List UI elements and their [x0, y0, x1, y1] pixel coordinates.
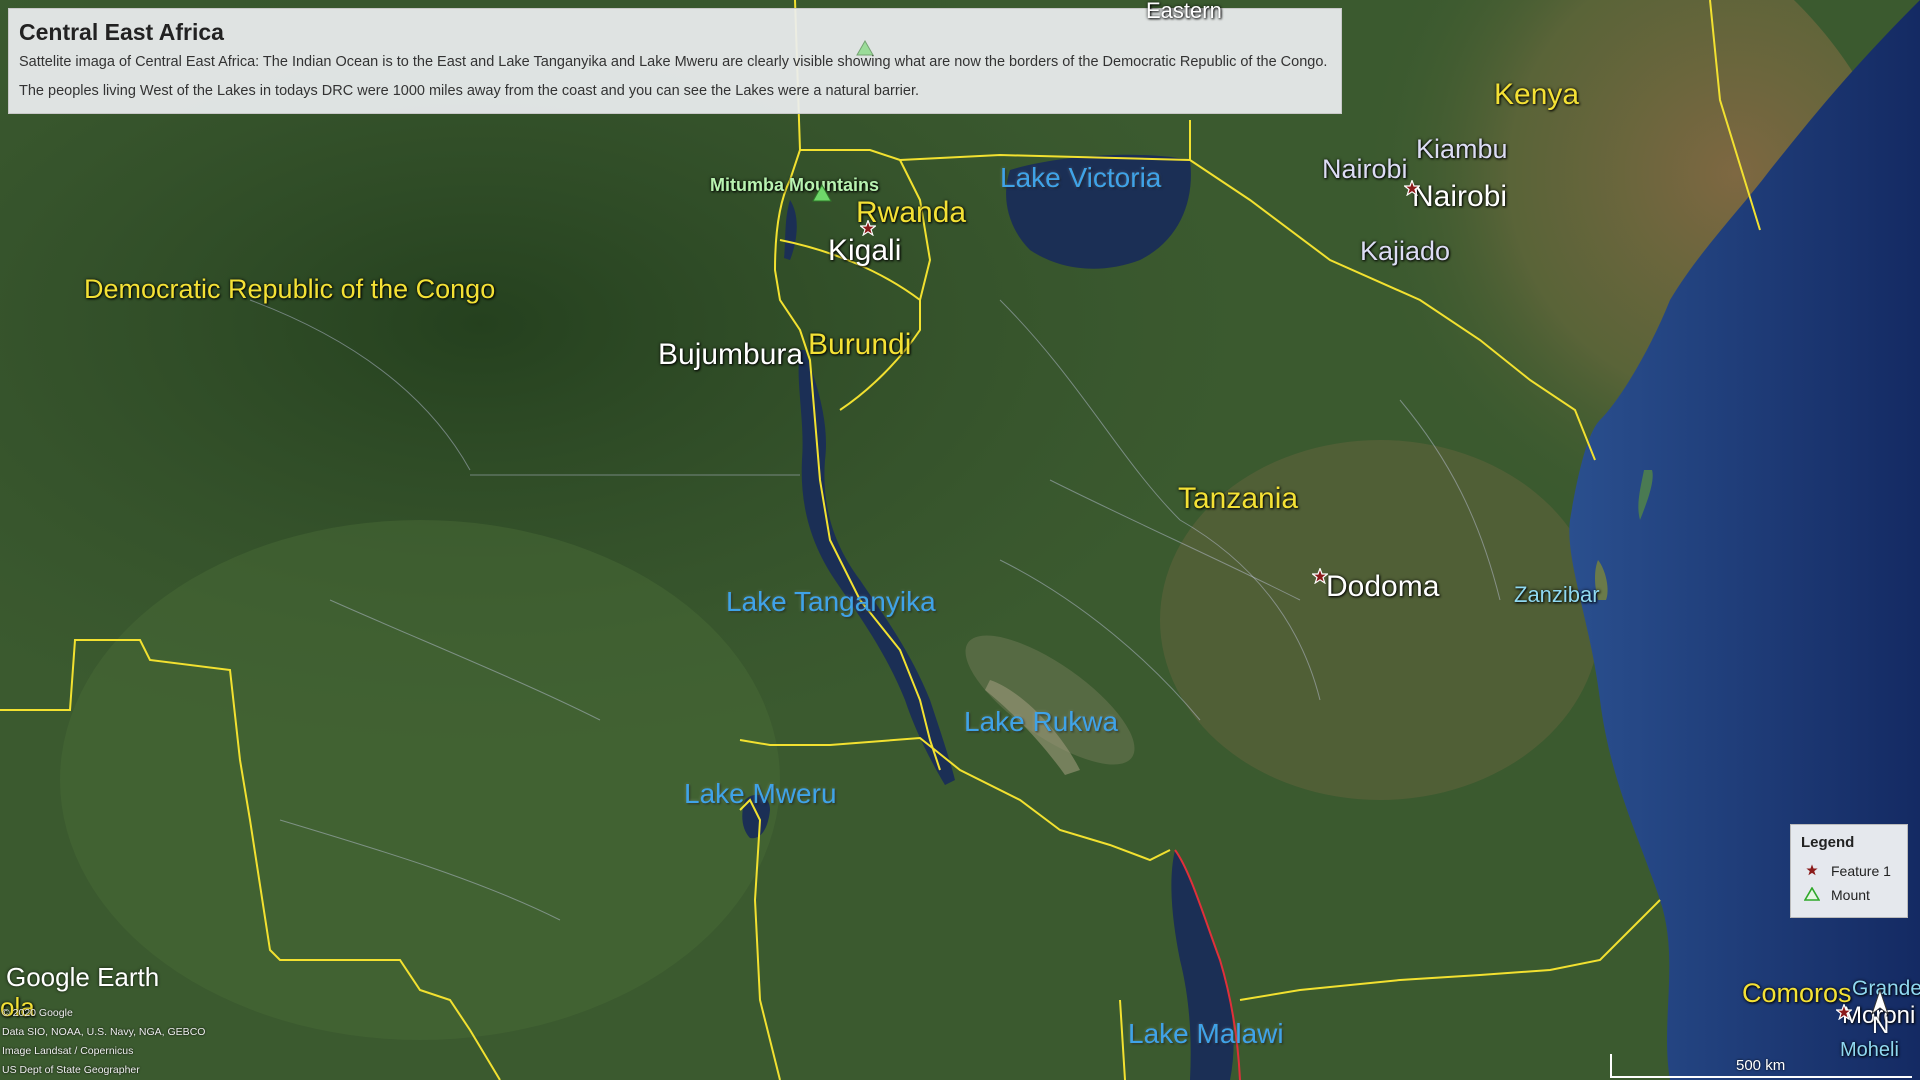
legend-item-feature: Feature 1	[1801, 859, 1897, 883]
feature-star-icon[interactable]	[1312, 568, 1328, 584]
scale-label: 500 km	[1736, 1057, 1786, 1074]
label-kiambu[interactable]: Kiambu	[1416, 136, 1508, 163]
star-icon	[1801, 863, 1823, 879]
credit-line: Image Landsat / Copernicus	[2, 1045, 134, 1057]
label-tanzania[interactable]: Tanzania	[1178, 484, 1298, 514]
feature-star-icon[interactable]	[1404, 180, 1420, 196]
legend-item-mount: Mount	[1801, 883, 1897, 907]
label-eastern[interactable]: Eastern	[1146, 0, 1222, 22]
mount-triangle-icon[interactable]	[812, 184, 832, 202]
legend-label-mount: Mount	[1831, 887, 1870, 903]
label-nairobi[interactable]: Nairobi	[1412, 182, 1507, 212]
credit-line: Data SIO, NOAA, U.S. Navy, NGA, GEBCO	[2, 1026, 206, 1038]
feature-star-icon[interactable]	[1836, 1004, 1852, 1020]
satellite-map[interactable]	[0, 0, 1920, 1080]
label-nairobi-region[interactable]: Nairobi	[1322, 156, 1408, 183]
label-lake-mweru[interactable]: Lake Mweru	[684, 780, 837, 808]
label-dodoma[interactable]: Dodoma	[1326, 572, 1439, 602]
label-kenya[interactable]: Kenya	[1494, 80, 1579, 110]
label-lake-victoria[interactable]: Lake Victoria	[1000, 164, 1161, 192]
label-zanzibar[interactable]: Zanzibar	[1514, 584, 1600, 606]
info-description-2: The peoples living West of the Lakes in …	[19, 83, 920, 99]
info-panel: Central East Africa Sattelite imaga of C…	[8, 8, 1342, 114]
label-bujumbura[interactable]: Bujumbura	[658, 340, 803, 370]
google-earth-logo: Google Earth	[6, 962, 160, 992]
legend-title: Legend	[1801, 834, 1855, 851]
label-kajiado[interactable]: Kajiado	[1360, 238, 1450, 265]
label-drc[interactable]: Democratic Republic of the Congo	[84, 276, 495, 303]
label-kigali[interactable]: Kigali	[828, 236, 901, 266]
info-description-1: Sattelite imaga of Central East Africa: …	[19, 54, 1328, 70]
label-burundi[interactable]: Burundi	[808, 330, 911, 360]
legend-panel: Legend Feature 1 Mount	[1790, 824, 1908, 918]
compass-icon[interactable]: N	[1862, 988, 1898, 1039]
feature-star-icon[interactable]	[860, 220, 876, 236]
label-comoros[interactable]: Comoros	[1742, 980, 1852, 1007]
credit-line: © 2020 Google	[2, 1007, 73, 1019]
label-lake-malawi[interactable]: Lake Malawi	[1128, 1020, 1284, 1048]
mount-triangle-icon[interactable]	[856, 40, 874, 56]
credit-line: US Dept of State Geographer	[2, 1064, 140, 1076]
image-credits: © 2020 Google Data SIO, NOAA, U.S. Navy,…	[2, 1004, 205, 1080]
label-lake-rukwa[interactable]: Lake Rukwa	[964, 708, 1118, 736]
scale-bar: 500 km	[1610, 1054, 1912, 1078]
label-mitumba-mountains[interactable]: Mitumba Mountains	[710, 176, 879, 194]
label-lake-tanganyika[interactable]: Lake Tanganyika	[726, 588, 936, 616]
triangle-icon	[1801, 885, 1823, 904]
compass-label: N	[1872, 1012, 1890, 1039]
legend-label-feature: Feature 1	[1831, 863, 1891, 879]
info-title: Central East Africa	[19, 19, 224, 45]
